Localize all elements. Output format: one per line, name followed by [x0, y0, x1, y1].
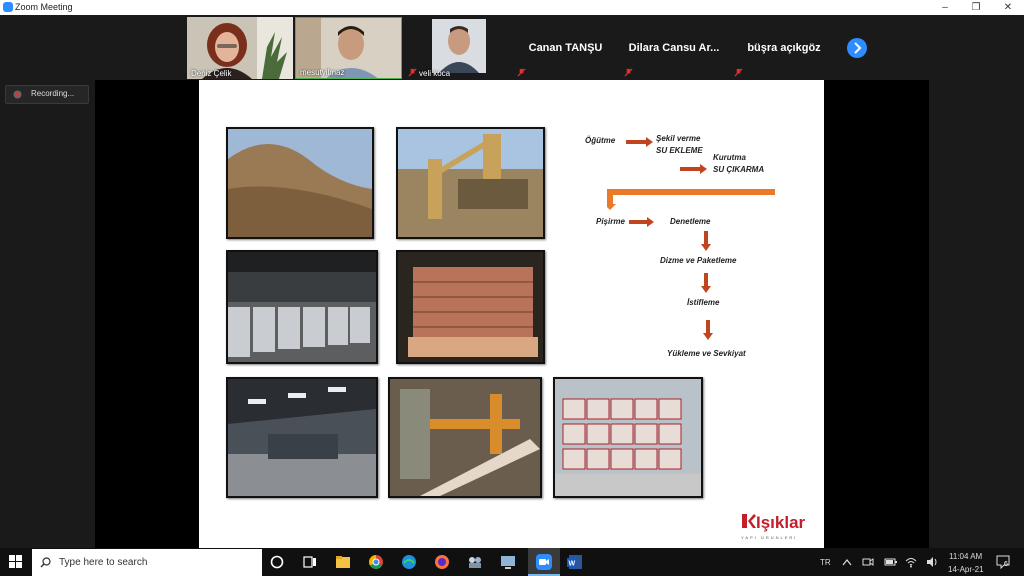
participant-tile-5[interactable]: Dilara Cansu Ar...: [620, 17, 728, 79]
taskbar-search[interactable]: Type here to search: [32, 549, 262, 576]
photo-packed-pallets: [553, 377, 703, 498]
participant-name: Canan TANŞU: [528, 42, 603, 54]
photo-factory-interior: [226, 377, 378, 498]
isiklar-logo-icon: [742, 514, 756, 528]
arrow-right-icon: [626, 137, 653, 147]
wifi-icon[interactable]: [905, 556, 917, 568]
next-participants-button[interactable]: [846, 37, 868, 59]
company-logo-tagline: YAPI ÜRÜNLERİ: [741, 535, 798, 540]
mic-muted-icon: [734, 68, 743, 77]
participant-name: büşra açıkgöz: [747, 42, 821, 54]
notification-count: 6: [1004, 561, 1008, 568]
arrow-down-icon: [703, 320, 713, 340]
participant-video-1[interactable]: Deniz Çelik: [187, 17, 293, 79]
close-button[interactable]: ✕: [993, 0, 1023, 15]
title-bar: Zoom Meeting – ❐ ✕: [0, 0, 1024, 15]
participant-name: veli koca: [419, 69, 451, 78]
flow-step-shaping: Şekil verme: [656, 134, 701, 143]
taskbar-date[interactable]: 14-Apr-21: [948, 565, 984, 574]
mic-muted-icon: [624, 68, 633, 77]
search-placeholder: Type here to search: [59, 557, 148, 568]
search-icon: [40, 557, 51, 568]
recording-label: Recording...: [31, 89, 75, 98]
participant-name: Dilara Cansu Ar...: [628, 42, 720, 54]
arrow-down-icon: [701, 273, 711, 293]
photo-dryer-molds: [226, 250, 378, 364]
participant-video-3[interactable]: veli koca: [404, 17, 511, 79]
file-explorer-icon[interactable]: [334, 553, 352, 571]
arrow-right-icon: [629, 217, 654, 227]
photo-brick-stack: [396, 250, 545, 364]
svg-text:W: W: [569, 561, 576, 568]
participant-name: Deniz Çelik: [191, 69, 232, 78]
recording-indicator[interactable]: Recording...: [5, 85, 89, 104]
task-view-icon[interactable]: [301, 553, 319, 571]
participant-tile-4[interactable]: Canan TANŞU: [513, 17, 618, 79]
arrow-right-icon: [680, 164, 707, 174]
minimize-button[interactable]: –: [930, 0, 960, 15]
notifications-button[interactable]: 6: [996, 555, 1010, 570]
word-icon[interactable]: W: [566, 553, 584, 571]
firefox-icon[interactable]: [433, 553, 451, 571]
zoom-app-icon: [536, 554, 552, 570]
window-title: Zoom Meeting: [15, 2, 73, 12]
edge-icon[interactable]: [400, 553, 418, 571]
input-language[interactable]: TR: [820, 558, 831, 567]
meet-now-icon[interactable]: [862, 556, 874, 568]
battery-icon[interactable]: [884, 557, 898, 567]
photo-grinding-machinery: [396, 127, 545, 239]
flow-step-stacking-packing: Dizme ve Paketleme: [660, 256, 737, 265]
windows-start-icon[interactable]: [9, 555, 23, 569]
company-logo: Işıklar: [756, 513, 806, 532]
remote-desktop-icon[interactable]: [499, 553, 517, 571]
presentation-slide: Öğütme Şekil verme SU EKLEME Kurutma SU …: [199, 80, 824, 548]
zoom-taskbar-button[interactable]: [528, 548, 560, 576]
app-icon[interactable]: [466, 553, 484, 571]
flow-step-grinding: Öğütme: [585, 136, 616, 145]
cortana-icon[interactable]: [268, 553, 286, 571]
taskbar-time[interactable]: 11:04 AM: [949, 552, 982, 561]
arrow-down-icon: [701, 231, 711, 251]
mic-muted-icon: [408, 68, 417, 77]
chrome-icon[interactable]: [367, 553, 385, 571]
photo-raw-material: [226, 127, 374, 239]
flow-step-drying-note: SU ÇIKARMA: [713, 165, 765, 174]
return-arrow-icon: [607, 189, 775, 210]
flow-step-inspection: Denetleme: [670, 217, 711, 226]
maximize-button[interactable]: ❐: [961, 0, 991, 15]
zoom-app-icon: [3, 2, 13, 12]
photo-packaging-machine: [388, 377, 542, 498]
flow-step-drying: Kurutma: [713, 153, 746, 162]
record-icon: [13, 90, 22, 99]
flow-step-piling: İstifleme: [687, 298, 720, 307]
chevron-up-icon[interactable]: [842, 558, 852, 566]
flow-step-loading-shipping: Yükleme ve Sevkiyat: [667, 349, 746, 358]
participant-video-2[interactable]: mesutyilmaz: [295, 17, 402, 79]
mic-muted-icon: [517, 68, 526, 77]
volume-icon[interactable]: [926, 556, 938, 568]
flow-step-shaping-note: SU EKLEME: [656, 146, 703, 155]
participant-name: mesutyilmaz: [300, 68, 345, 77]
participant-tile-6[interactable]: büşra açıkgöz: [730, 17, 838, 79]
flow-step-firing: Pişirme: [596, 217, 625, 226]
